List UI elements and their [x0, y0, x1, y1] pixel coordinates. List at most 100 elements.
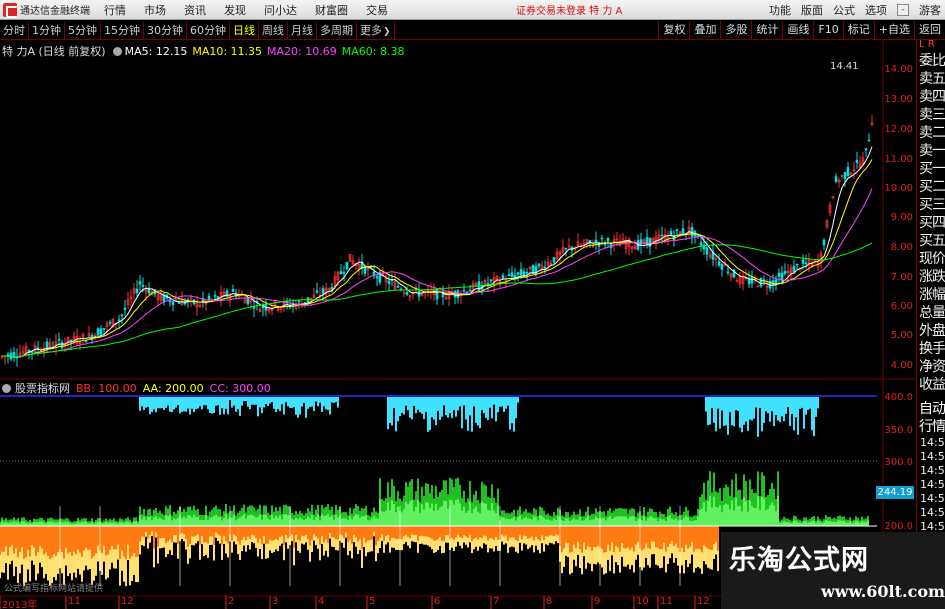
- menu-market[interactable]: 市场: [144, 2, 166, 18]
- sidebar-item-outer[interactable]: 外盘: [917, 322, 945, 340]
- candle-body: [231, 289, 235, 292]
- sidebar-item-ask5[interactable]: 卖五: [917, 70, 945, 88]
- candle-body: [726, 271, 730, 274]
- tool-mark[interactable]: 标记: [842, 21, 874, 39]
- stock-label: 特 力A (日线 前复权): [2, 45, 106, 58]
- sidebar-item-change[interactable]: 涨跌: [917, 268, 945, 286]
- candle-body: [213, 295, 217, 297]
- sidebar-item-ask2[interactable]: 卖二: [917, 124, 945, 142]
- candle-body: [804, 262, 808, 265]
- settings-icon[interactable]: [112, 46, 122, 56]
- sidebar-item-ask4[interactable]: 卖四: [917, 88, 945, 106]
- sidebar-item-ratio[interactable]: 委比: [917, 52, 945, 70]
- date-tick: 4: [318, 596, 325, 607]
- sidebar-item-auto[interactable]: 自动: [917, 400, 945, 418]
- tool-multi-stock[interactable]: 多股: [720, 21, 751, 39]
- date-axis: 2013年 11 12 2 3 4 5 6 7 8 9 10 11 12: [0, 596, 720, 609]
- tool-draw[interactable]: 画线: [782, 21, 813, 39]
- menu-discover[interactable]: 发现: [224, 2, 246, 18]
- menu-function[interactable]: 功能: [769, 2, 791, 18]
- guest-label[interactable]: 游客: [919, 2, 941, 18]
- app-title: 通达信金融终端: [20, 6, 90, 17]
- candle-body: [297, 300, 301, 303]
- sidebar-item-ask1[interactable]: 卖一: [917, 142, 945, 160]
- date-tick: 3: [272, 596, 279, 607]
- tool-overlay[interactable]: 叠加: [689, 21, 720, 39]
- sidebar-item-bid5[interactable]: 买五: [917, 232, 945, 250]
- candle-body: [594, 239, 598, 243]
- menu-layout[interactable]: 版面: [801, 2, 823, 18]
- candle-body: [660, 234, 664, 237]
- period-monthly[interactable]: 月线: [288, 21, 317, 39]
- sidebar-item-change-pct[interactable]: 涨幅: [917, 286, 945, 304]
- sidebar-head-l[interactable]: L: [919, 39, 925, 50]
- sidebar-item-bid1[interactable]: 买一: [917, 160, 945, 178]
- menu-formula[interactable]: 公式: [833, 2, 855, 18]
- right-toolbar: 复权 叠加 多股 统计 画线 F10 标记 +自选 返回: [658, 21, 945, 39]
- sidebar-item-price[interactable]: 现价: [917, 250, 945, 268]
- sidebar-head: L R: [917, 40, 945, 52]
- tool-add-watch[interactable]: +自选: [873, 21, 914, 39]
- candle-body: [138, 281, 142, 285]
- candle-body: [117, 319, 121, 322]
- candle-body: [759, 277, 763, 287]
- menu-quotes[interactable]: 行情: [104, 2, 126, 18]
- tool-statistics[interactable]: 统计: [751, 21, 782, 39]
- candle-body: [801, 259, 805, 264]
- period-weekly[interactable]: 周线: [259, 21, 288, 39]
- candle-body: [795, 263, 799, 266]
- candle-body: [246, 298, 250, 305]
- quote-sidebar: L R 委比 卖五 卖四 卖三 卖二 卖一 买一 买二 买三 买四 买五 现价 …: [916, 40, 945, 609]
- candle-body: [792, 266, 796, 273]
- candle-body: [675, 229, 679, 231]
- indicator-settings-icon[interactable]: [2, 383, 11, 393]
- sidebar-item-bid3[interactable]: 买三: [917, 196, 945, 214]
- price-tick: 9.00: [890, 212, 913, 223]
- sidebar-item-net-asset[interactable]: 净资: [917, 358, 945, 376]
- right-menu: 功能 版面 公式 选项 - 游客: [759, 2, 941, 18]
- period-30min[interactable]: 30分钟: [144, 21, 187, 39]
- candle-body: [564, 247, 568, 250]
- sidebar-item-turnover[interactable]: 换手: [917, 340, 945, 358]
- menu-ask[interactable]: 问小达: [264, 2, 297, 18]
- sidebar-item-ask3[interactable]: 卖三: [917, 106, 945, 124]
- tool-back[interactable]: 返回: [914, 21, 945, 39]
- kline-chart[interactable]: [0, 40, 915, 609]
- price-tick: 8.00: [890, 242, 913, 253]
- sidebar-item-volume[interactable]: 总量: [917, 304, 945, 322]
- minimize-icon[interactable]: -: [897, 3, 909, 16]
- candle-body: [843, 172, 847, 180]
- menu-options[interactable]: 选项: [865, 2, 887, 18]
- period-more[interactable]: 更多❯: [357, 21, 395, 39]
- sidebar-item-quotes[interactable]: 行情: [917, 418, 945, 436]
- candle-body: [339, 271, 343, 275]
- period-5min[interactable]: 5分钟: [65, 21, 101, 39]
- sidebar-item-earnings[interactable]: 收益: [917, 376, 945, 394]
- ma20-line: [2, 188, 873, 358]
- period-1min[interactable]: 1分钟: [29, 21, 65, 39]
- price-tick: 12.00: [884, 124, 913, 135]
- menu-wealth[interactable]: 财富圈: [315, 2, 348, 18]
- ma10-line: [2, 159, 873, 358]
- tick-time: 14:56: [920, 506, 945, 519]
- tool-f10[interactable]: F10: [813, 21, 842, 39]
- sidebar-head-r[interactable]: R: [928, 39, 935, 50]
- indicator-tick: 350.0: [884, 425, 913, 436]
- menu-bar: 通达信金融终端 行情 市场 资讯 发现 问小达 财富圈 交易 证券交易未登录 特…: [0, 0, 945, 20]
- candle-body: [345, 261, 349, 270]
- period-60min[interactable]: 60分钟: [187, 21, 230, 39]
- period-tick[interactable]: 分时: [0, 21, 29, 39]
- menu-trade[interactable]: 交易: [366, 2, 388, 18]
- tool-adjust[interactable]: 复权: [658, 21, 689, 39]
- menu-news[interactable]: 资讯: [184, 2, 206, 18]
- login-notice[interactable]: 证券交易未登录 特 力 A: [516, 2, 622, 17]
- candle-body: [867, 139, 871, 142]
- tick-time: 14:56: [920, 478, 945, 491]
- period-15min[interactable]: 15分钟: [101, 21, 144, 39]
- sidebar-item-bid4[interactable]: 买四: [917, 214, 945, 232]
- period-daily[interactable]: 日线: [230, 21, 259, 39]
- period-multi[interactable]: 多周期: [317, 21, 357, 39]
- candle-body: [834, 176, 838, 182]
- sidebar-item-bid2[interactable]: 买二: [917, 178, 945, 196]
- indicator-aa: AA: 200.00: [142, 381, 204, 395]
